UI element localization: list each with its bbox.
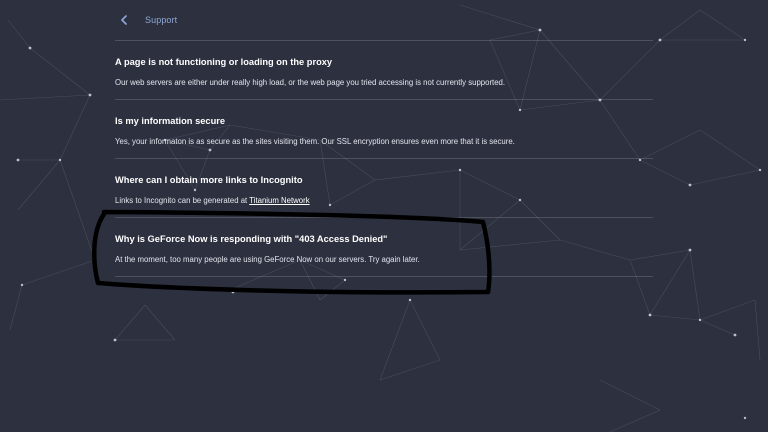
faq-item: Is my information secure Yes, your infor…	[115, 100, 653, 159]
support-page: Support A page is not functioning or loa…	[115, 0, 653, 277]
faq-item: Why is GeForce Now is responding with "4…	[115, 218, 653, 277]
back-button[interactable]	[117, 13, 131, 27]
faq-question: Why is GeForce Now is responding with "4…	[115, 234, 388, 244]
faq-question: Is my information secure	[115, 116, 226, 126]
page-title: Support	[145, 15, 178, 25]
chevron-left-icon	[121, 15, 127, 25]
faq-question: A page is not functioning or loading on …	[115, 57, 333, 67]
titanium-network-link[interactable]: Titanium Network	[249, 196, 309, 205]
faq-question: Where can I obtain more links to Incogni…	[115, 175, 303, 185]
faq-item: A page is not functioning or loading on …	[115, 41, 653, 100]
faq-answer: Our web servers are either under really …	[115, 78, 506, 87]
page-header: Support	[115, 0, 653, 41]
faq-answer: At the moment, too many people are using…	[115, 255, 420, 264]
faq-item: Where can I obtain more links to Incogni…	[115, 159, 653, 218]
faq-answer: Links to Incognito can be generated at T…	[115, 195, 653, 206]
faq-answer-text: Links to Incognito can be generated at	[115, 196, 250, 205]
faq-answer: Yes, your informaton is as secure as the…	[115, 137, 515, 146]
